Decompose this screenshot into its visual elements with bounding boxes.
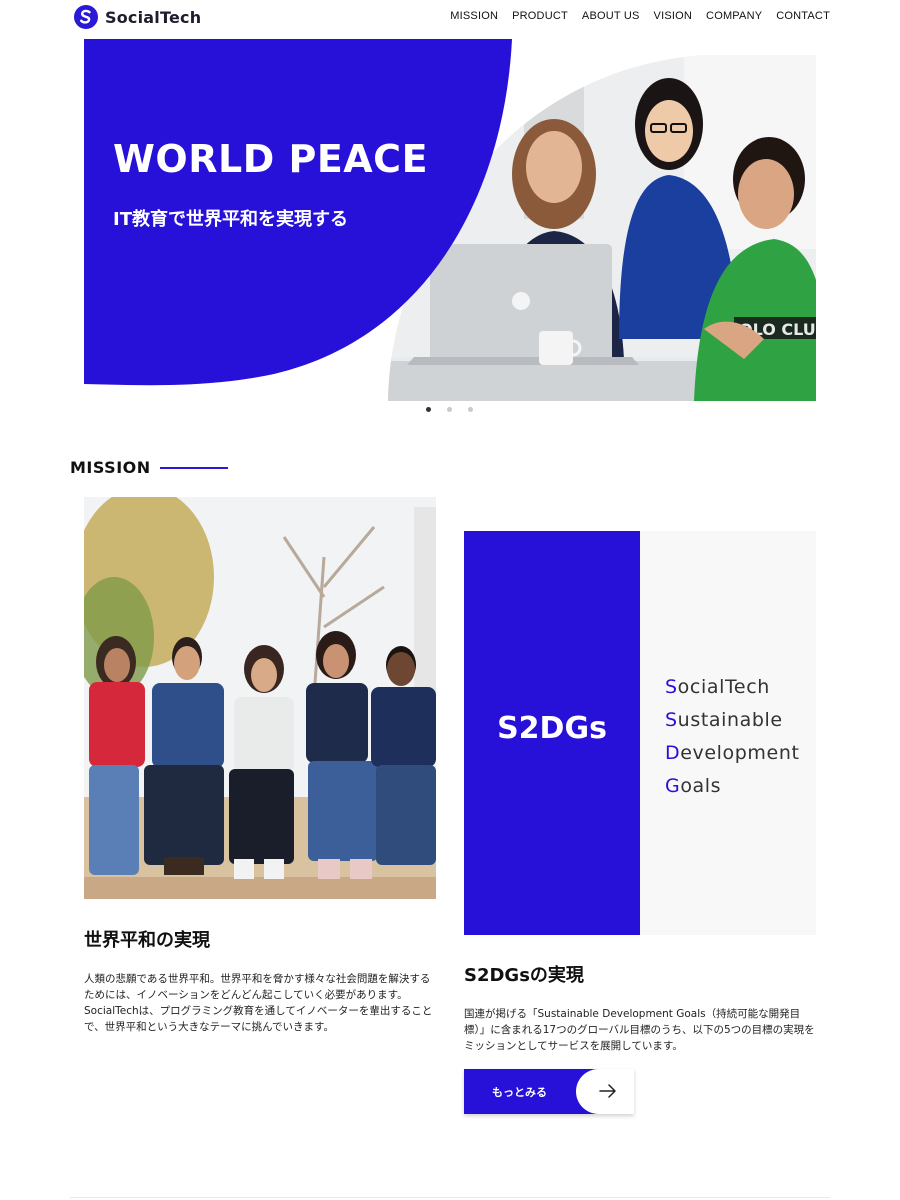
site-logo[interactable]: SocialTech: [74, 5, 201, 29]
main-nav: MISSION PRODUCT ABOUT US VISION COMPANY …: [450, 10, 830, 22]
mission-title-text: MISSION: [70, 458, 151, 477]
hero-slider: OLO CLUB WORLD PEACE IT教育で世界平和を実現する: [84, 39, 816, 401]
see-more-label: もっとみる: [492, 1086, 547, 1099]
acronym-line: Goals: [665, 770, 800, 803]
section-divider: [70, 1197, 830, 1198]
nav-link-about-us[interactable]: ABOUT US: [582, 10, 640, 22]
acronym-line: SocialTech: [665, 671, 800, 704]
mission-section-title: MISSION: [70, 458, 228, 477]
world-peace-heading: 世界平和の実現: [84, 930, 210, 951]
s2dgs-logo-text: S2DGs: [497, 711, 607, 746]
acronym-cap: S: [665, 709, 678, 731]
title-underline: [159, 466, 228, 469]
logo-text: SocialTech: [105, 7, 202, 27]
slider-dot-1[interactable]: [426, 407, 431, 412]
arrow-right-icon: [576, 1069, 634, 1114]
s2dgs-card-right: SocialTech Sustainable Development Goals: [640, 531, 816, 935]
nav-link-vision[interactable]: VISION: [654, 10, 693, 22]
nav-link-mission[interactable]: MISSION: [450, 10, 498, 22]
acronym-cap: S: [665, 676, 678, 698]
slider-dots: [426, 407, 473, 412]
s2dgs-heading: S2DGsの実現: [464, 965, 584, 986]
nav-link-company[interactable]: COMPANY: [706, 10, 762, 22]
logo-s-icon: [74, 5, 98, 29]
hero-subtitle: IT教育で世界平和を実現する: [113, 209, 348, 230]
s2dgs-card-left: S2DGs: [464, 531, 640, 935]
nav-link-contact[interactable]: CONTACT: [776, 10, 830, 22]
nav-link-product[interactable]: PRODUCT: [512, 10, 568, 22]
acronym-rest: oals: [680, 775, 722, 797]
hero-title: WORLD PEACE: [113, 137, 429, 181]
mission-photo-group-friends: [84, 497, 436, 899]
acronym-line: Sustainable: [665, 704, 800, 737]
world-peace-body: 人類の悲願である世界平和。世界平和を脅かす様々な社会問題を解決するためには、イノ…: [84, 973, 433, 1033]
acronym-cap: G: [665, 775, 681, 797]
s2dgs-card: S2DGs SocialTech Sustainable Development…: [464, 531, 816, 935]
slider-dot-2[interactable]: [447, 407, 452, 412]
s2dgs-body: 国連が掲げる「Sustainable Development Goals（持続可…: [464, 1008, 815, 1052]
acronym-rest: ustainable: [677, 709, 783, 731]
see-more-button[interactable]: もっとみる: [464, 1069, 634, 1114]
acronym-rest: ocialTech: [677, 676, 770, 698]
s2dgs-acronym-list: SocialTech Sustainable Development Goals: [665, 671, 800, 803]
acronym-rest: evelopment: [680, 742, 800, 764]
acronym-line: Development: [665, 737, 800, 770]
slider-dot-3[interactable]: [468, 407, 473, 412]
site-header: SocialTech MISSION PRODUCT ABOUT US VISI…: [0, 0, 900, 34]
acronym-cap: D: [665, 742, 681, 764]
